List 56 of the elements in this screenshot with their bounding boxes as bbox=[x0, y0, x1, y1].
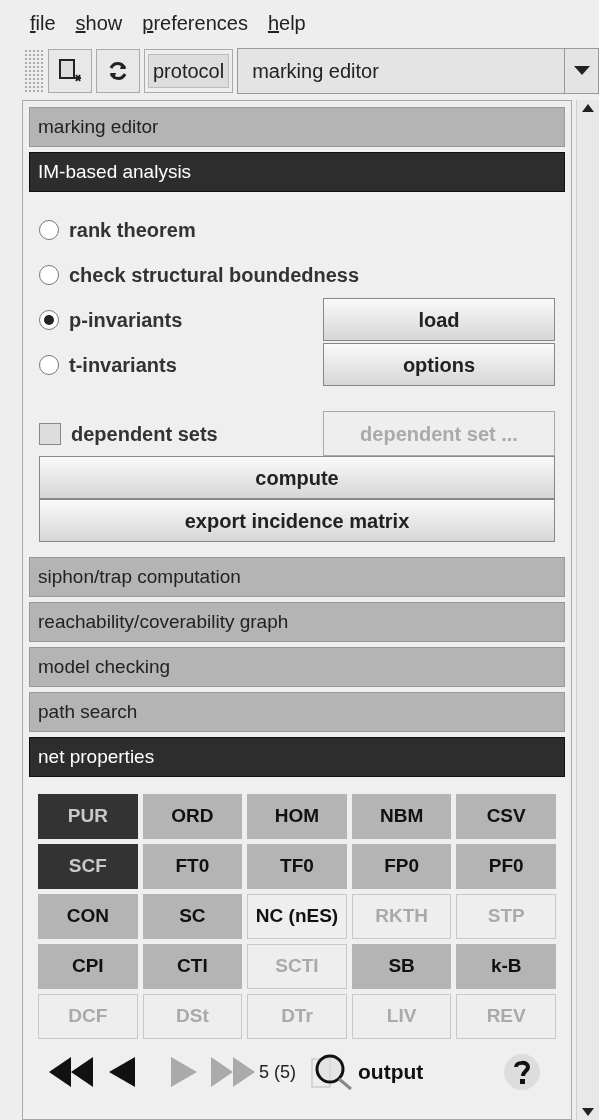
scroll-up-icon[interactable] bbox=[582, 104, 594, 112]
checkbox[interactable] bbox=[39, 422, 61, 445]
section-header[interactable]: net properties bbox=[29, 737, 565, 777]
output-button[interactable]: output bbox=[310, 1053, 424, 1091]
action-button[interactable]: compute bbox=[39, 456, 555, 499]
radio-button[interactable] bbox=[39, 264, 59, 285]
dropdown-caret-icon bbox=[573, 66, 590, 76]
page-counter: 5 (5) bbox=[259, 1060, 296, 1084]
radio-label: p-invariants bbox=[69, 307, 183, 333]
property-toggle[interactable]: PUR bbox=[38, 794, 138, 839]
radio-button[interactable] bbox=[39, 219, 59, 240]
section-header[interactable]: path search bbox=[29, 692, 565, 732]
radio-label: t-invariants bbox=[69, 352, 177, 378]
protocol-button[interactable]: protocol bbox=[148, 54, 230, 88]
section-header[interactable]: model checking bbox=[29, 647, 565, 687]
toolbar-grip[interactable] bbox=[24, 49, 44, 93]
property-toggle[interactable]: CSV bbox=[456, 794, 556, 839]
property-toggle[interactable]: SCF bbox=[38, 844, 138, 889]
property-toggle[interactable]: CPI bbox=[38, 944, 138, 989]
section-header[interactable]: reachability/coverability graph bbox=[29, 602, 565, 642]
property-toggle[interactable]: CTI bbox=[142, 944, 243, 989]
property-toggle[interactable]: SB bbox=[351, 944, 452, 989]
radio-button[interactable] bbox=[39, 354, 59, 375]
first-page-icon[interactable] bbox=[49, 1057, 95, 1087]
radio-label: rank theorem bbox=[69, 217, 196, 243]
property-toggle[interactable]: HOM bbox=[247, 794, 347, 839]
menu-item[interactable]: preferences bbox=[142, 8, 248, 38]
help-icon[interactable] bbox=[503, 1053, 541, 1091]
checkbox-label: dependent sets bbox=[71, 421, 218, 447]
property-toggle[interactable]: NBM bbox=[351, 794, 452, 839]
section-header[interactable]: siphon/trap computation bbox=[29, 557, 565, 597]
menu-item[interactable]: help bbox=[267, 8, 306, 38]
scrollbar[interactable] bbox=[576, 100, 599, 1120]
property-toggle[interactable]: NC (nES) bbox=[247, 894, 347, 939]
scroll-down-icon[interactable] bbox=[582, 1108, 594, 1116]
refresh-icon[interactable] bbox=[96, 49, 140, 93]
section-header[interactable]: marking editor bbox=[29, 107, 565, 147]
side-button[interactable]: options bbox=[323, 343, 555, 386]
radio-button[interactable] bbox=[39, 309, 59, 330]
previous-page-icon[interactable] bbox=[109, 1057, 135, 1087]
property-toggle[interactable]: k-B bbox=[456, 944, 556, 989]
view-dropdown[interactable]: marking editor bbox=[237, 48, 599, 94]
new-document-icon[interactable] bbox=[48, 49, 92, 93]
section-header[interactable]: IM-based analysis bbox=[29, 152, 565, 192]
side-button[interactable]: load bbox=[323, 298, 555, 341]
property-toggle[interactable]: ORD bbox=[142, 794, 243, 839]
property-toggle[interactable]: FP0 bbox=[351, 844, 452, 889]
action-button[interactable]: export incidence matrix bbox=[39, 499, 555, 542]
menu-item[interactable]: file bbox=[30, 8, 56, 38]
property-toggle[interactable]: TF0 bbox=[247, 844, 347, 889]
menu-item[interactable]: show bbox=[75, 8, 123, 38]
property-toggle[interactable]: PF0 bbox=[456, 844, 556, 889]
property-toggle[interactable]: SC bbox=[142, 894, 243, 939]
property-toggle[interactable]: FT0 bbox=[142, 844, 243, 889]
property-toggle[interactable]: CON bbox=[38, 894, 138, 939]
radio-label: check structural boundedness bbox=[69, 262, 360, 288]
